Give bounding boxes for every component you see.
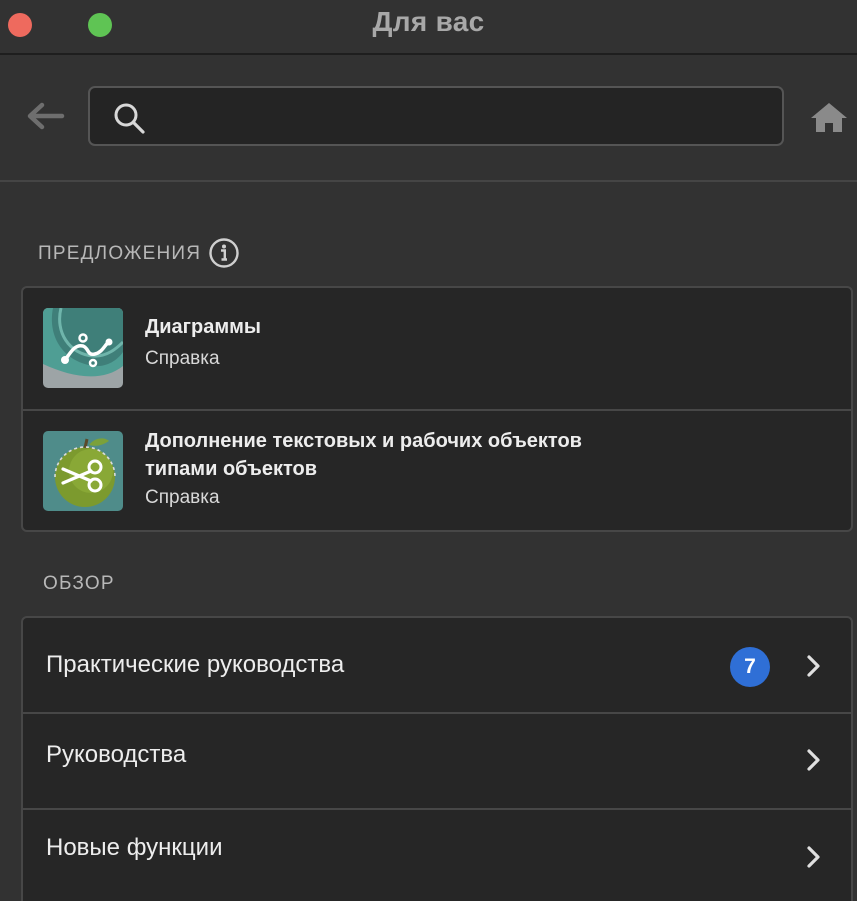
suggestion-subtitle: Справка	[145, 348, 220, 369]
browse-item-new-features[interactable]: Новые функции	[23, 810, 851, 901]
toolbar	[0, 55, 857, 182]
count-badge: 7	[730, 647, 770, 687]
info-icon[interactable]	[208, 237, 240, 269]
title-bar: Для вас	[0, 0, 857, 55]
browse-heading: ОБЗОР	[43, 573, 115, 594]
browse-item-guides[interactable]: Руководства	[23, 714, 851, 810]
suggestion-item[interactable]: Дополнение текстовых и рабочих объектов …	[23, 411, 851, 530]
search-box[interactable]	[88, 86, 784, 146]
suggestion-title: Диаграммы	[145, 316, 262, 338]
chevron-right-icon	[807, 655, 820, 677]
window-title: Для вас	[372, 6, 485, 37]
chevron-right-icon	[807, 749, 820, 771]
browse-card: Практические руководства 7 Руководства Н…	[21, 616, 853, 901]
suggestions-heading: ПРЕДЛОЖЕНИЯ	[38, 243, 202, 264]
home-icon	[811, 103, 847, 132]
search-input[interactable]	[160, 88, 764, 146]
arrow-left-icon	[27, 102, 65, 130]
search-icon	[114, 103, 145, 134]
app-window: Для вас ПРЕДЛОЖЕНИЯ Диаграммы Справка До…	[0, 0, 857, 901]
suggestions-card: Диаграммы Справка Дополнение текстовых и…	[21, 286, 853, 532]
graph-thumbnail	[43, 308, 123, 388]
suggestion-title: Дополнение текстовых и рабочих объектов …	[145, 430, 582, 480]
suggestion-subtitle: Справка	[145, 487, 220, 508]
chevron-right-icon	[807, 846, 820, 868]
browse-item-label: Практические руководства	[46, 651, 345, 678]
back-button[interactable]	[24, 99, 66, 133]
browse-item-practical-guides[interactable]: Практические руководства 7	[23, 618, 851, 714]
browse-item-label: Новые функции	[46, 834, 223, 861]
home-button[interactable]	[808, 99, 850, 135]
browse-item-label: Руководства	[46, 741, 187, 768]
suggestion-item[interactable]: Диаграммы Справка	[23, 288, 851, 411]
apple-scissors-thumbnail	[43, 431, 123, 511]
